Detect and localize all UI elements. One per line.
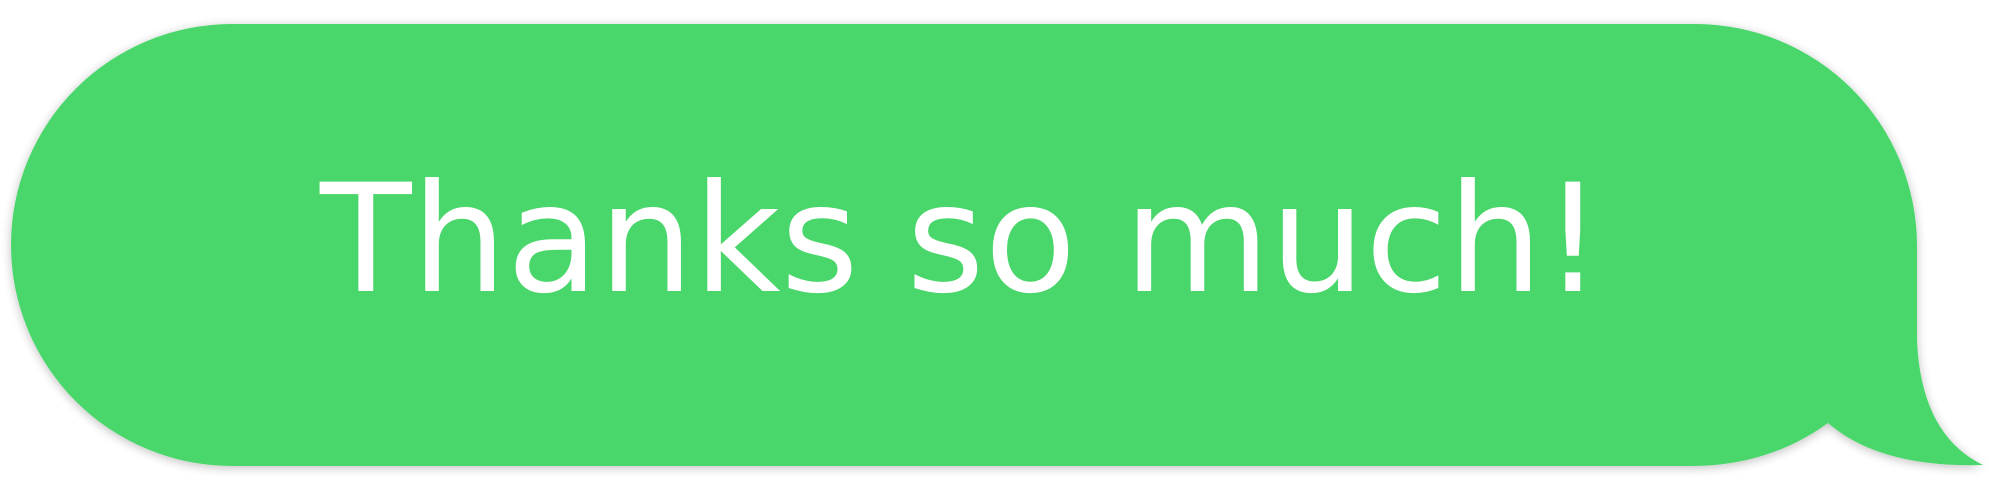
message-view: Thanks so much! (0, 0, 2000, 490)
message-text: Thanks so much! (320, 153, 1603, 327)
